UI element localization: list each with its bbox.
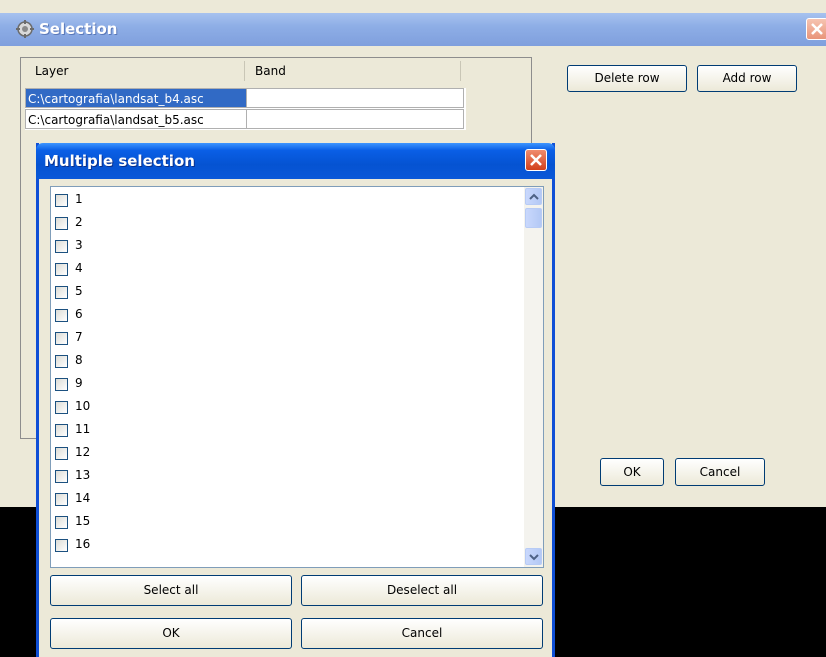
column-header-layer[interactable]: Layer <box>25 61 245 81</box>
checkbox[interactable] <box>55 355 68 368</box>
dialog-title: Multiple selection <box>44 152 195 170</box>
checkbox-label: 15 <box>75 514 91 528</box>
checkbox[interactable] <box>55 309 68 322</box>
multiple-selection-dialog: Multiple selection 1 2 3 4 5 6 7 8 9 10 11 12 13 14 15… <box>36 143 555 657</box>
select-all-button[interactable]: Select all <box>50 575 292 606</box>
band-cell[interactable]: ... <box>246 88 464 108</box>
checkbox-label: 14 <box>75 491 91 505</box>
scroll-thumb[interactable] <box>525 208 542 228</box>
scroll-down-button[interactable] <box>525 548 542 565</box>
chevron-down-icon <box>529 554 539 561</box>
checkbox-label: 11 <box>75 422 91 436</box>
vertical-scrollbar[interactable] <box>524 187 543 567</box>
checkbox-label: 13 <box>75 468 91 482</box>
table-row[interactable]: C:\cartografia\landsat_b4.asc ... <box>25 88 466 109</box>
checkbox[interactable] <box>55 447 68 460</box>
checkbox-label: 8 <box>75 353 83 367</box>
checkbox[interactable] <box>55 470 68 483</box>
dialog-cancel-button[interactable]: Cancel <box>301 618 543 649</box>
close-button[interactable] <box>806 18 826 40</box>
checkbox-label: 6 <box>75 307 83 321</box>
checkbox[interactable] <box>55 240 68 253</box>
checkbox-label: 9 <box>75 376 83 390</box>
window-title: Selection <box>39 20 118 38</box>
checkbox[interactable] <box>55 516 68 529</box>
scroll-up-button[interactable] <box>525 188 542 205</box>
checkbox[interactable] <box>55 424 68 437</box>
checkbox[interactable] <box>55 332 68 345</box>
checkbox[interactable] <box>55 539 68 552</box>
checkbox-label: 12 <box>75 445 91 459</box>
band-checkbox-list[interactable]: 1 2 3 4 5 6 7 8 9 10 11 12 13 14 15 16 <box>50 186 544 568</box>
deselect-all-button[interactable]: Deselect all <box>301 575 543 606</box>
checkbox-label: 2 <box>75 215 83 229</box>
ok-button[interactable]: OK <box>600 458 664 486</box>
selection-titlebar[interactable]: Selection <box>0 13 826 46</box>
close-icon <box>530 154 542 166</box>
checkbox-label: 1 <box>75 192 83 206</box>
checkbox-label: 4 <box>75 261 83 275</box>
dialog-close-button[interactable] <box>525 149 547 171</box>
checkbox-label: 16 <box>75 537 91 551</box>
checkbox-label: 7 <box>75 330 83 344</box>
checkbox[interactable] <box>55 401 68 414</box>
layer-cell[interactable]: C:\cartografia\landsat_b4.asc <box>25 88 247 108</box>
band-cell[interactable] <box>246 109 464 129</box>
checkbox[interactable] <box>55 378 68 391</box>
table-header: Layer Band <box>25 61 481 81</box>
add-row-button[interactable]: Add row <box>697 65 797 92</box>
checkbox[interactable] <box>55 493 68 506</box>
checkbox-label: 5 <box>75 284 83 298</box>
close-icon <box>811 23 823 35</box>
dialog-ok-button[interactable]: OK <box>50 618 292 649</box>
checkbox-label: 10 <box>75 399 91 413</box>
dialog-titlebar[interactable]: Multiple selection <box>36 143 555 179</box>
cancel-button[interactable]: Cancel <box>675 458 765 486</box>
layer-cell[interactable]: C:\cartografia\landsat_b5.asc <box>25 109 247 129</box>
table-row[interactable]: C:\cartografia\landsat_b5.asc <box>25 109 466 130</box>
checkbox-label: 3 <box>75 238 83 252</box>
checkbox[interactable] <box>55 263 68 276</box>
checkbox[interactable] <box>55 217 68 230</box>
app-icon <box>16 20 34 38</box>
checkbox[interactable] <box>55 286 68 299</box>
column-header-band[interactable]: Band <box>245 61 461 81</box>
delete-row-button[interactable]: Delete row <box>567 65 687 92</box>
checkbox[interactable] <box>55 194 68 207</box>
chevron-up-icon <box>529 193 539 200</box>
